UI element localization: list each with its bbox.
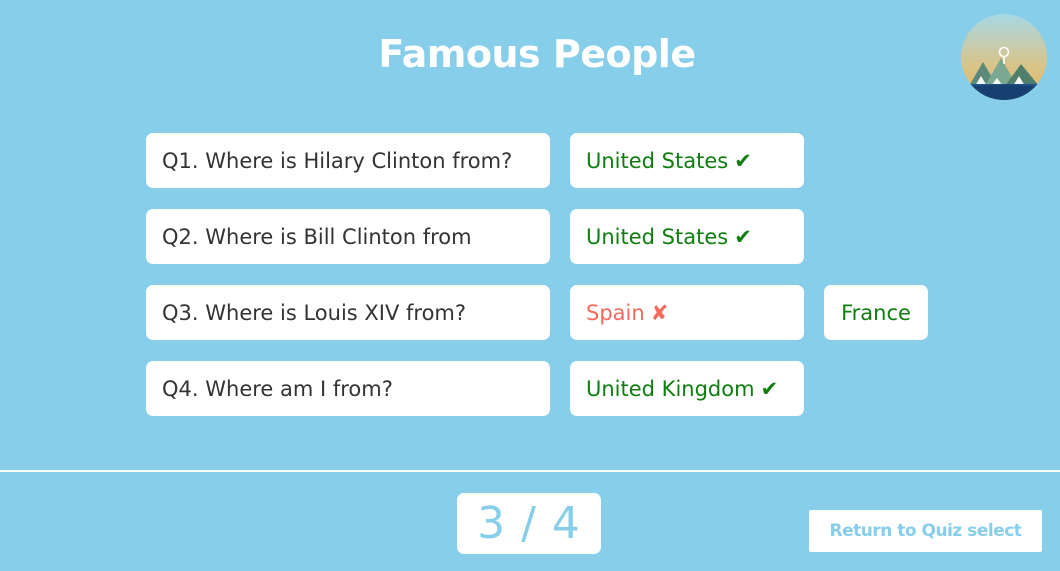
answer-3: Spain ✘	[570, 285, 804, 340]
question-4: Q4. Where am I from?	[146, 361, 550, 416]
page-title: Famous People	[378, 32, 696, 76]
answer-2: United States ✔	[570, 209, 804, 264]
question-2: Q2. Where is Bill Clinton from	[146, 209, 550, 264]
check-mark-icon: ✔	[734, 148, 752, 173]
landscape-avatar-icon	[961, 14, 1047, 100]
answer-3-text: Spain	[586, 300, 645, 325]
question-1: Q1. Where is Hilary Clinton from?	[146, 133, 550, 188]
answer-1: United States ✔	[570, 133, 804, 188]
cross-mark-icon: ✘	[650, 300, 669, 325]
answer-1-text: United States	[586, 148, 729, 173]
return-to-quiz-select-button[interactable]: Return to Quiz select	[809, 510, 1042, 552]
answer-2-text: United States	[586, 224, 729, 249]
correct-answer-3: France	[824, 285, 928, 340]
user-avatar[interactable]	[961, 14, 1047, 100]
check-mark-icon: ✔	[734, 224, 752, 249]
check-mark-icon: ✔	[760, 376, 779, 401]
answer-4: United Kingdom ✔	[570, 361, 804, 416]
answer-4-text: United Kingdom	[586, 376, 755, 401]
question-3: Q3. Where is Louis XIV from?	[146, 285, 550, 340]
score-display: 3 / 4	[457, 493, 601, 554]
footer-divider	[0, 470, 1060, 472]
